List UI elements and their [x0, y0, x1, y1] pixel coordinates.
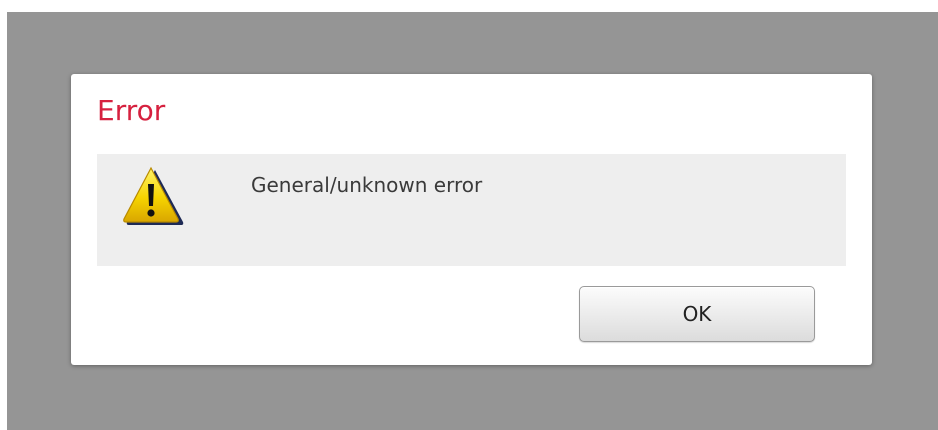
error-dialog: Error General/unknown error OK [71, 74, 872, 365]
message-panel: General/unknown error [97, 154, 846, 266]
error-message: General/unknown error [251, 173, 483, 197]
warning-icon [121, 164, 185, 228]
ok-button[interactable]: OK [579, 286, 815, 342]
dialog-title: Error [97, 94, 166, 127]
